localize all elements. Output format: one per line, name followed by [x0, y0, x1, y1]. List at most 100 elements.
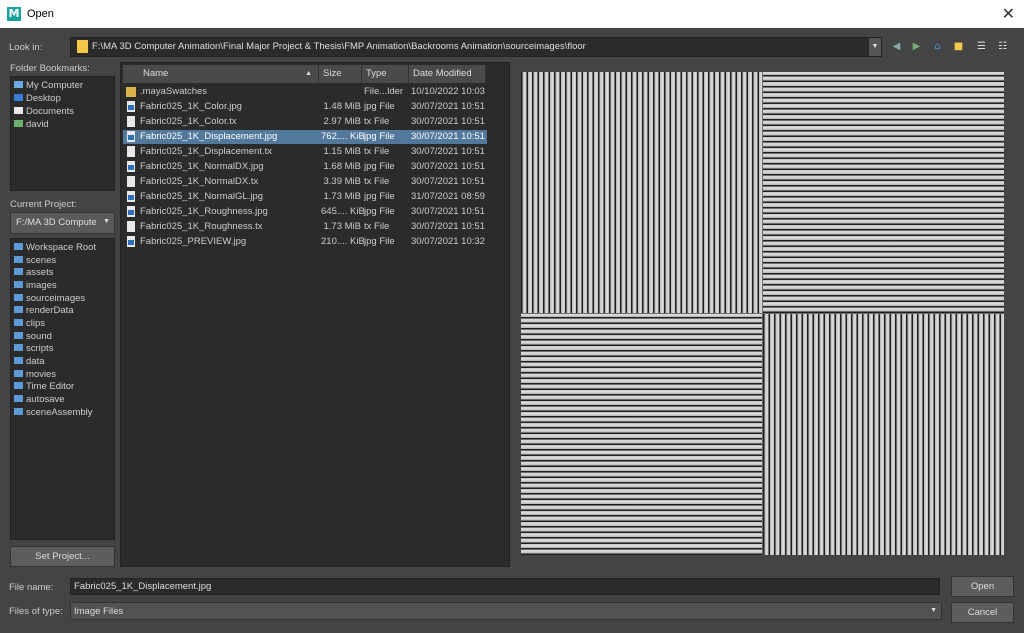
file-size: 1.48 MiB: [323, 101, 362, 112]
image-preview: [521, 72, 1004, 555]
file-size: 1.15 MiB: [323, 146, 362, 157]
workspace-item-label: Workspace Root: [26, 242, 97, 253]
folder-icon: [14, 281, 23, 288]
file-date: 30/07/2021 10:51: [411, 131, 485, 142]
workspace-item[interactable]: data: [14, 356, 45, 368]
lookin-label: Look in:: [9, 42, 43, 53]
workspace-item[interactable]: images: [14, 280, 57, 292]
file-date: 30/07/2021 10:51: [411, 206, 485, 217]
computer-icon: [14, 81, 23, 88]
cancel-button[interactable]: Cancel: [951, 602, 1014, 623]
bookmark-label: Desktop: [26, 93, 61, 104]
table-row-selected[interactable]: Fabric025_1K_Displacement.jpg 762.... KiB…: [123, 130, 487, 144]
folder-icon: [14, 370, 23, 377]
new-folder-icon[interactable]: ■: [952, 40, 965, 53]
bookmarks-label: Folder Bookmarks:: [10, 63, 90, 74]
table-row[interactable]: Fabric025_1K_Roughness.jpg 645.... KiB jpg…: [123, 205, 487, 219]
workspace-item[interactable]: sourceimages: [14, 293, 85, 305]
col-header-type-label: Type: [366, 68, 387, 79]
set-project-button[interactable]: Set Project...: [10, 546, 115, 567]
folder-icon: [14, 243, 23, 250]
lookin-path-combo[interactable]: F:\MA 3D Computer Animation\Final Major …: [70, 37, 882, 57]
file-size: 3.39 MiB: [323, 176, 362, 187]
file-date: 30/07/2021 10:51: [411, 161, 485, 172]
project-label: Current Project:: [10, 199, 77, 210]
table-row[interactable]: Fabric025_1K_Color.jpg 1.48 MiB jpg File 30…: [123, 100, 487, 114]
table-row[interactable]: Fabric025_1K_NormalDX.tx 3.39 MiB tx File 3…: [123, 175, 487, 189]
preview-quad-vertical: [521, 72, 762, 313]
filename-input[interactable]: Fabric025_1K_Displacement.jpg: [70, 578, 940, 595]
forward-icon[interactable]: ▶: [910, 40, 923, 53]
table-row[interactable]: Fabric025_1K_NormalGL.jpg 1.73 MiB jpg Fil…: [123, 190, 487, 204]
table-row[interactable]: Fabric025_1K_Roughness.tx 1.73 MiB tx File…: [123, 220, 487, 234]
image-file-icon: [127, 101, 135, 112]
file-type: jpg File: [364, 131, 395, 142]
col-header-name[interactable]: Name ▲: [123, 65, 319, 83]
workspace-item[interactable]: sound: [14, 331, 52, 343]
open-button[interactable]: Open: [951, 576, 1014, 597]
folder-icon: [14, 306, 23, 313]
workspace-item[interactable]: Time Editor: [14, 381, 74, 393]
workspace-item[interactable]: scripts: [14, 343, 53, 355]
table-row[interactable]: Fabric025_1K_Color.tx 2.97 MiB tx File 30/0…: [123, 115, 487, 129]
file-date: 30/07/2021 10:51: [411, 101, 485, 112]
workspace-item[interactable]: movies: [14, 369, 56, 381]
file-type: tx File: [364, 146, 390, 157]
file-name: Fabric025_1K_NormalDX.tx: [140, 176, 259, 187]
bookmark-label: david: [26, 119, 49, 130]
file-type: tx File: [364, 116, 390, 127]
bookmark-desktop[interactable]: Desktop: [14, 93, 61, 105]
filetype-value: Image Files: [74, 606, 124, 617]
workspace-item[interactable]: Workspace Root: [14, 242, 96, 254]
file-size: 1.73 MiB: [323, 191, 362, 202]
file-date: 30/07/2021 10:51: [411, 116, 485, 127]
bookmark-david[interactable]: david: [14, 119, 49, 131]
workspace-item[interactable]: autosave: [14, 394, 65, 406]
table-row[interactable]: Fabric025_1K_Displacement.tx 1.15 MiB tx F…: [123, 145, 487, 159]
filetype-select[interactable]: Image Files ▼: [70, 602, 942, 620]
workspace-item[interactable]: renderData: [14, 305, 74, 317]
bookmark-my-computer[interactable]: My Computer: [14, 80, 83, 92]
filename-value: Fabric025_1K_Displacement.jpg: [74, 581, 212, 592]
close-icon[interactable]: ✕: [1002, 4, 1015, 23]
folder-icon: [126, 87, 136, 97]
workspace-item-label: assets: [26, 267, 54, 278]
bookmark-label: My Computer: [26, 80, 84, 91]
col-header-date-label: Date Modified: [413, 68, 472, 79]
folder-icon: [14, 256, 23, 263]
file-type: jpg File: [364, 161, 395, 172]
workspace-item[interactable]: clips: [14, 318, 45, 330]
filetype-label: Files of type:: [9, 606, 63, 617]
back-icon[interactable]: ◀: [890, 40, 903, 53]
workspace-item-label: clips: [26, 318, 46, 329]
bookmarks-panel: My Computer Desktop Documents david: [10, 76, 115, 191]
workspace-item-label: Time Editor: [26, 381, 75, 392]
bookmark-documents[interactable]: Documents: [14, 106, 74, 118]
project-combo[interactable]: F:/MA 3D Compute ▼: [10, 212, 115, 234]
workspace-item[interactable]: assets: [14, 267, 53, 279]
preview-quad-horizontal: [521, 314, 762, 555]
chevron-down-icon[interactable]: ▼: [869, 38, 881, 56]
file-size: 210.... KiB: [321, 236, 365, 247]
folder-icon: [14, 268, 23, 275]
table-row[interactable]: Fabric025_1K_NormalDX.jpg 1.68 MiB jpg Fil…: [123, 160, 487, 174]
workspace-item-label: images: [26, 280, 57, 291]
home-icon[interactable]: ⌂: [931, 40, 944, 53]
list-view-icon[interactable]: ☰: [975, 40, 988, 53]
col-header-date[interactable]: Date Modified: [409, 65, 486, 83]
detail-view-icon[interactable]: ☷: [996, 40, 1009, 53]
workspace-item-label: movies: [26, 369, 57, 380]
workspace-item[interactable]: sceneAssembly: [14, 407, 93, 419]
file-name: Fabric025_1K_NormalGL.jpg: [140, 191, 264, 202]
file-name: Fabric025_1K_Color.jpg: [140, 101, 242, 112]
col-header-size[interactable]: Size: [319, 65, 362, 83]
workspace-item-label: sound: [26, 331, 52, 342]
file-type: File...lder: [364, 86, 404, 97]
preview-quad-vertical: [763, 314, 1004, 555]
workspace-item[interactable]: scenes: [14, 255, 56, 267]
file-type: jpg File: [364, 191, 395, 202]
file-date: 31/07/2021 08:59: [411, 191, 485, 202]
table-row[interactable]: Fabric025_PREVIEW.jpg 210.... KiB jpg File…: [123, 235, 487, 249]
col-header-type[interactable]: Type: [362, 65, 409, 83]
table-row[interactable]: .mayaSwatches File...lder 10/10/2022 10:03: [123, 85, 487, 99]
